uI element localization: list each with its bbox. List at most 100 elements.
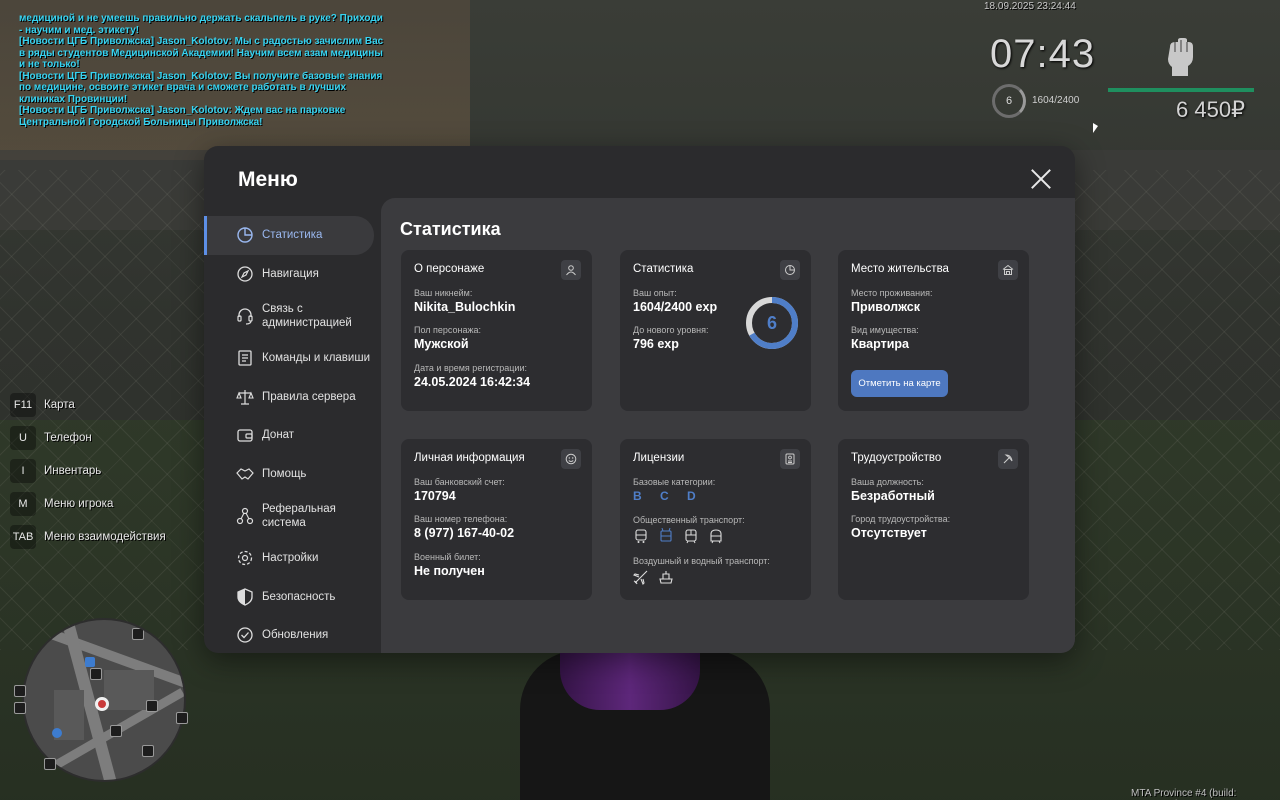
card-title: О персонаже — [414, 263, 485, 275]
sidebar-item-referral[interactable]: Реферальная система — [204, 493, 381, 539]
stats-card: Статистика Ваш опыт: 1604/2400 exp До но… — [620, 250, 811, 411]
minimap-marker-icon — [132, 628, 144, 640]
exp-value: 1604/2400 exp — [633, 300, 718, 314]
background-fence — [1075, 170, 1280, 650]
sidebar-item-settings[interactable]: Настройки — [204, 539, 381, 578]
sidebar-item-label: Команды и клавиши — [262, 352, 370, 365]
sidebar-item-updates[interactable]: Обновления — [204, 616, 381, 653]
hud-datetime: 18.09.2025 23:24:44 — [984, 1, 1076, 12]
keybind-row: M Меню игрока — [10, 487, 166, 520]
chat-line: [Новости ЦГБ Приволжска] Jason_Kolotov: … — [19, 70, 383, 105]
mark-on-map-button[interactable]: Отметить на карте — [851, 370, 948, 397]
handshake-icon — [236, 465, 254, 483]
keybind-label: Телефон — [44, 431, 92, 444]
chat-log: медициной и не умеешь правильно держать … — [19, 13, 384, 128]
mouse-cursor — [1093, 123, 1098, 133]
job-city-value: Отсутствует — [851, 526, 927, 540]
minimap-marker-icon — [110, 725, 122, 737]
headset-icon — [236, 307, 254, 325]
minimap-edge-icon — [14, 702, 26, 714]
minimap-edge-icon — [14, 685, 26, 697]
field-label: Воздушный и водный транспорт: — [633, 556, 770, 566]
keybind-row: F11 Карта — [10, 388, 166, 421]
air-water-licenses — [633, 569, 674, 585]
sidebar-item-help[interactable]: Помощь — [204, 455, 381, 494]
chat-line: медициной и не умеешь правильно держать … — [19, 13, 383, 36]
keybind-label: Карта — [44, 398, 75, 411]
sidebar-item-contact-admin[interactable]: Связь с администрацией — [204, 293, 381, 339]
next-level-value: 796 exp — [633, 337, 679, 351]
pickaxe-icon — [998, 449, 1018, 469]
sidebar-item-label: Настройки — [262, 552, 319, 565]
residence-card: Место жительства Место проживания: Приво… — [838, 250, 1029, 411]
card-title: Трудоустройство — [851, 452, 942, 464]
minimap-marker-icon — [142, 745, 154, 757]
license-category-d: D — [687, 489, 696, 503]
minimap-blip — [85, 657, 95, 667]
player-position-icon — [95, 697, 109, 711]
network-icon — [236, 507, 254, 525]
keybind-label: Меню игрока — [44, 497, 114, 510]
build-info: MTA Province #4 (build: 6.12418.9) — [1131, 788, 1237, 800]
gear-icon — [236, 549, 254, 567]
menu-panel: Меню Статистика Навигация Связь с админи… — [204, 146, 1075, 653]
character-card: О персонаже Ваш никнейм: Nikita_Bulochki… — [401, 250, 592, 411]
plane-icon — [633, 569, 649, 585]
close-icon[interactable] — [1030, 168, 1052, 190]
keybind-row: U Телефон — [10, 421, 166, 454]
sidebar-item-label: Реферальная система — [262, 503, 336, 529]
tram-icon — [683, 528, 699, 544]
keybind-label: Меню взаимодействия — [44, 530, 166, 543]
employment-card: Трудоустройство Ваша должность: Безработ… — [838, 439, 1029, 600]
sidebar-item-label: Безопасность — [262, 590, 336, 603]
minimap-marker-icon — [90, 668, 102, 680]
hud-level: 6 — [992, 84, 1026, 118]
gender-value: Мужской — [414, 337, 469, 351]
metro-icon — [708, 528, 724, 544]
sidebar: Статистика Навигация Связь с администрац… — [204, 216, 381, 653]
residence-place-value: Приволжск — [851, 300, 920, 314]
bus-icon — [633, 528, 649, 544]
sidebar-item-rules[interactable]: Правила сервера — [204, 378, 381, 417]
trolleybus-icon — [658, 528, 674, 544]
sidebar-item-security[interactable]: Безопасность — [204, 578, 381, 617]
keybind-hints: F11 Карта U Телефон I Инвентарь M Меню и… — [10, 388, 166, 553]
sidebar-item-commands[interactable]: Команды и клавиши — [204, 339, 381, 378]
personal-info-card: Личная информация Ваш банковский счет: 1… — [401, 439, 592, 600]
menu-title: Меню — [238, 168, 298, 191]
document-icon — [236, 349, 254, 367]
minimap-edge-icon — [176, 712, 188, 724]
license-category-c: C — [660, 489, 669, 503]
hud-clock: 07:43 — [990, 32, 1096, 76]
license-category-b: B — [633, 489, 642, 503]
home-icon — [998, 260, 1018, 280]
sidebar-item-label: Помощь — [262, 467, 307, 480]
minimap-edge-icon — [44, 758, 56, 770]
smile-icon — [561, 449, 581, 469]
phone-value: 8 (977) 167-40-02 — [414, 526, 515, 540]
key-cap: M — [10, 491, 36, 516]
sidebar-item-label: Донат — [262, 429, 295, 442]
sidebar-item-label: Навигация — [262, 267, 319, 280]
nickname-value: Nikita_Bulochkin — [414, 300, 516, 314]
field-label: Пол персонажа: — [414, 325, 482, 335]
user-icon — [561, 260, 581, 280]
content-area: Статистика О персонаже Ваш никнейм: Niki… — [381, 198, 1075, 653]
field-label: Общественный транспорт: — [633, 515, 745, 525]
minimap-marker-icon — [146, 700, 158, 712]
key-cap: U — [10, 425, 36, 450]
sidebar-item-label: Связь с администрацией — [262, 303, 352, 329]
field-label: Ваш никнейм: — [414, 288, 473, 298]
sidebar-item-navigation[interactable]: Навигация — [204, 255, 381, 294]
field-label: Ваш опыт: — [633, 288, 677, 298]
sidebar-item-statistics[interactable]: Статистика — [204, 216, 374, 255]
chart-icon — [780, 260, 800, 280]
id-card-icon — [780, 449, 800, 469]
sidebar-item-label: Правила сервера — [262, 390, 356, 403]
level-value: 6 — [766, 312, 777, 333]
page-title: Статистика — [400, 219, 501, 239]
sidebar-item-donate[interactable]: Донат — [204, 416, 381, 455]
field-label: Место проживания: — [851, 288, 933, 298]
keybind-label: Инвентарь — [44, 464, 102, 477]
job-position-value: Безработный — [851, 489, 935, 503]
